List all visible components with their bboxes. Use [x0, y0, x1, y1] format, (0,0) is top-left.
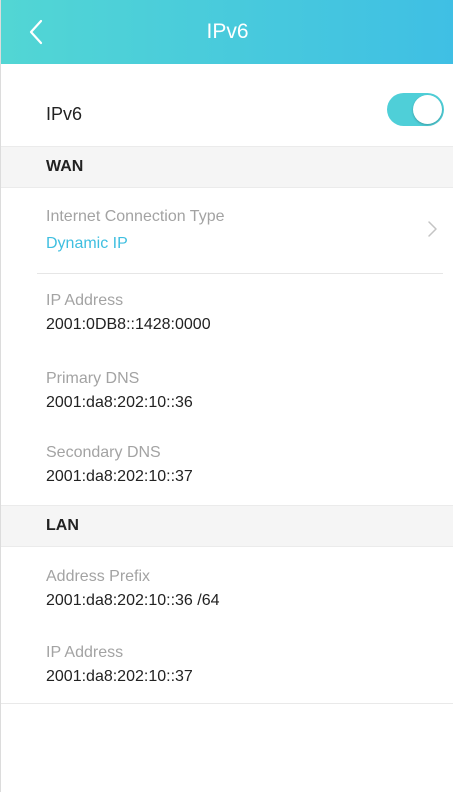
ipv6-toggle-row: IPv6	[1, 64, 453, 159]
header-bar: IPv6	[1, 0, 453, 64]
connection-type-label: Internet Connection Type	[46, 208, 225, 225]
address-prefix-label: Address Prefix	[46, 568, 151, 585]
lan-section-title: LAN	[46, 517, 79, 534]
ipv6-toggle-switch[interactable]	[387, 93, 444, 126]
secondary-dns-label: Secondary DNS	[46, 444, 161, 461]
address-prefix-value: 2001:da8:202:10::36 /64	[46, 592, 220, 609]
wan-section-header: WAN	[1, 146, 453, 188]
connection-type-value: Dynamic IP	[46, 235, 128, 252]
bottom-divider	[1, 703, 453, 704]
lan-ip-address-value: 2001:da8:202:10::37	[46, 668, 193, 685]
ipv6-settings-screen: IPv6 IPv6 WAN Internet Connection Type D…	[0, 0, 453, 792]
divider	[37, 273, 443, 274]
chevron-right-icon	[428, 221, 437, 237]
secondary-dns-value: 2001:da8:202:10::37	[46, 468, 193, 485]
internet-connection-type-row[interactable]	[1, 190, 453, 274]
wan-ip-address-label: IP Address	[46, 292, 124, 309]
wan-ip-address-value: 2001:0DB8::1428:0000	[46, 316, 211, 333]
primary-dns-value: 2001:da8:202:10::36	[46, 394, 193, 411]
page-title: IPv6	[206, 20, 249, 43]
toggle-knob	[413, 95, 442, 124]
lan-section-header: LAN	[1, 505, 453, 547]
lan-ip-address-label: IP Address	[46, 644, 124, 661]
wan-section-title: WAN	[46, 158, 84, 175]
primary-dns-label: Primary DNS	[46, 370, 140, 387]
ipv6-toggle-label: IPv6	[46, 104, 83, 124]
